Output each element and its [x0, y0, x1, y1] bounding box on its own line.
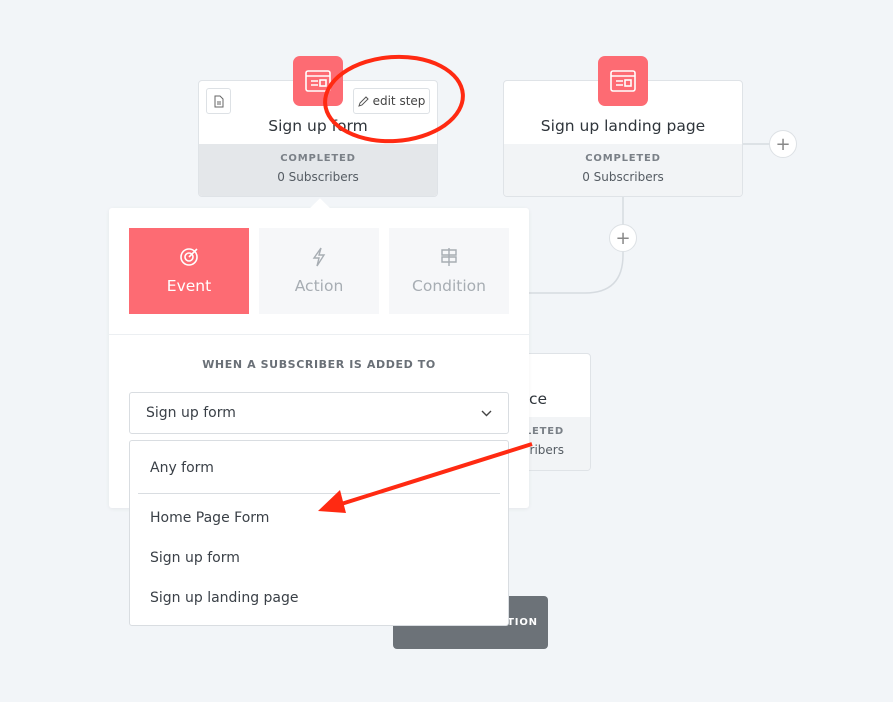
option-sign-up-form[interactable]: Sign up form: [150, 550, 240, 566]
tab-action[interactable]: Action: [259, 228, 379, 314]
landing-page-icon: [598, 56, 648, 106]
add-step-right-button[interactable]: +: [769, 130, 797, 158]
step-title: Sign up landing page: [540, 117, 706, 135]
step-title: ce: [528, 390, 547, 408]
form-select[interactable]: Sign up form: [129, 392, 509, 434]
step-subscribers: 0 Subscribers: [582, 170, 664, 184]
tab-label: Event: [166, 277, 212, 295]
lightning-icon: [312, 247, 326, 267]
option-home-page-form[interactable]: Home Page Form: [150, 510, 269, 526]
trigger-heading: WHEN A SUBSCRIBER IS ADDED TO: [202, 358, 436, 371]
target-icon: [180, 248, 198, 266]
chevron-down-icon: [481, 410, 492, 416]
tab-label: Condition: [412, 277, 486, 295]
form-icon: [293, 56, 343, 106]
document-icon[interactable]: [206, 88, 231, 114]
add-step-below-button[interactable]: +: [609, 224, 637, 252]
step-status: COMPLETED: [585, 153, 661, 164]
tab-label: Action: [294, 277, 344, 295]
signpost-icon: [441, 248, 457, 266]
option-any-form[interactable]: Any form: [150, 460, 214, 476]
step-status: COMPLETED: [280, 153, 356, 164]
edit-step-button[interactable]: edit step: [353, 88, 430, 114]
pencil-icon: [357, 95, 369, 107]
option-sign-up-landing-page[interactable]: Sign up landing page: [150, 590, 299, 606]
step-subscribers: 0 Subscribers: [277, 170, 359, 184]
select-value: Sign up form: [146, 405, 236, 421]
step-title: Sign up form: [268, 117, 368, 135]
tab-condition[interactable]: Condition: [389, 228, 509, 314]
tab-event[interactable]: Event: [129, 228, 249, 314]
edit-step-label: edit step: [372, 94, 426, 108]
form-select-options: Any form Home Page Form Sign up form Sig…: [129, 440, 509, 626]
